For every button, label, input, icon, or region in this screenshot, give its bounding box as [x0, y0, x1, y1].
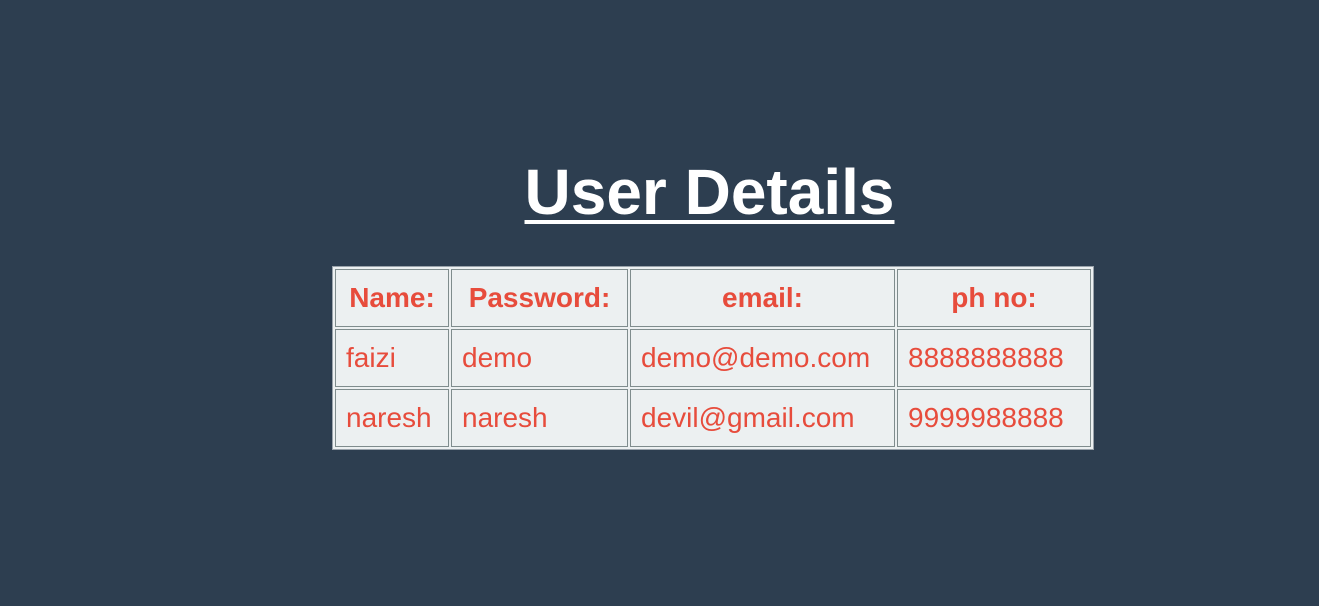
- cell-phone: 8888888888: [897, 329, 1091, 387]
- cell-password: naresh: [451, 389, 628, 447]
- header-email: email:: [630, 269, 895, 327]
- table-header: Name: Password: email: ph no:: [335, 269, 1091, 327]
- cell-phone: 9999988888: [897, 389, 1091, 447]
- table-row: naresh naresh devil@gmail.com 9999988888: [335, 389, 1091, 447]
- user-details-table: Name: Password: email: ph no: faizi demo…: [332, 266, 1094, 450]
- cell-password: demo: [451, 329, 628, 387]
- table-row: faizi demo demo@demo.com 8888888888: [335, 329, 1091, 387]
- cell-name: naresh: [335, 389, 449, 447]
- cell-name: faizi: [335, 329, 449, 387]
- table-header-row: Name: Password: email: ph no:: [335, 269, 1091, 327]
- table-body: faizi demo demo@demo.com 8888888888 nare…: [335, 329, 1091, 447]
- header-password: Password:: [451, 269, 628, 327]
- header-name: Name:: [335, 269, 449, 327]
- cell-email: devil@gmail.com: [630, 389, 895, 447]
- user-table-container: Name: Password: email: ph no: faizi demo…: [332, 266, 1094, 450]
- header-phone: ph no:: [897, 269, 1091, 327]
- cell-email: demo@demo.com: [630, 329, 895, 387]
- page-title: User Details: [524, 156, 895, 228]
